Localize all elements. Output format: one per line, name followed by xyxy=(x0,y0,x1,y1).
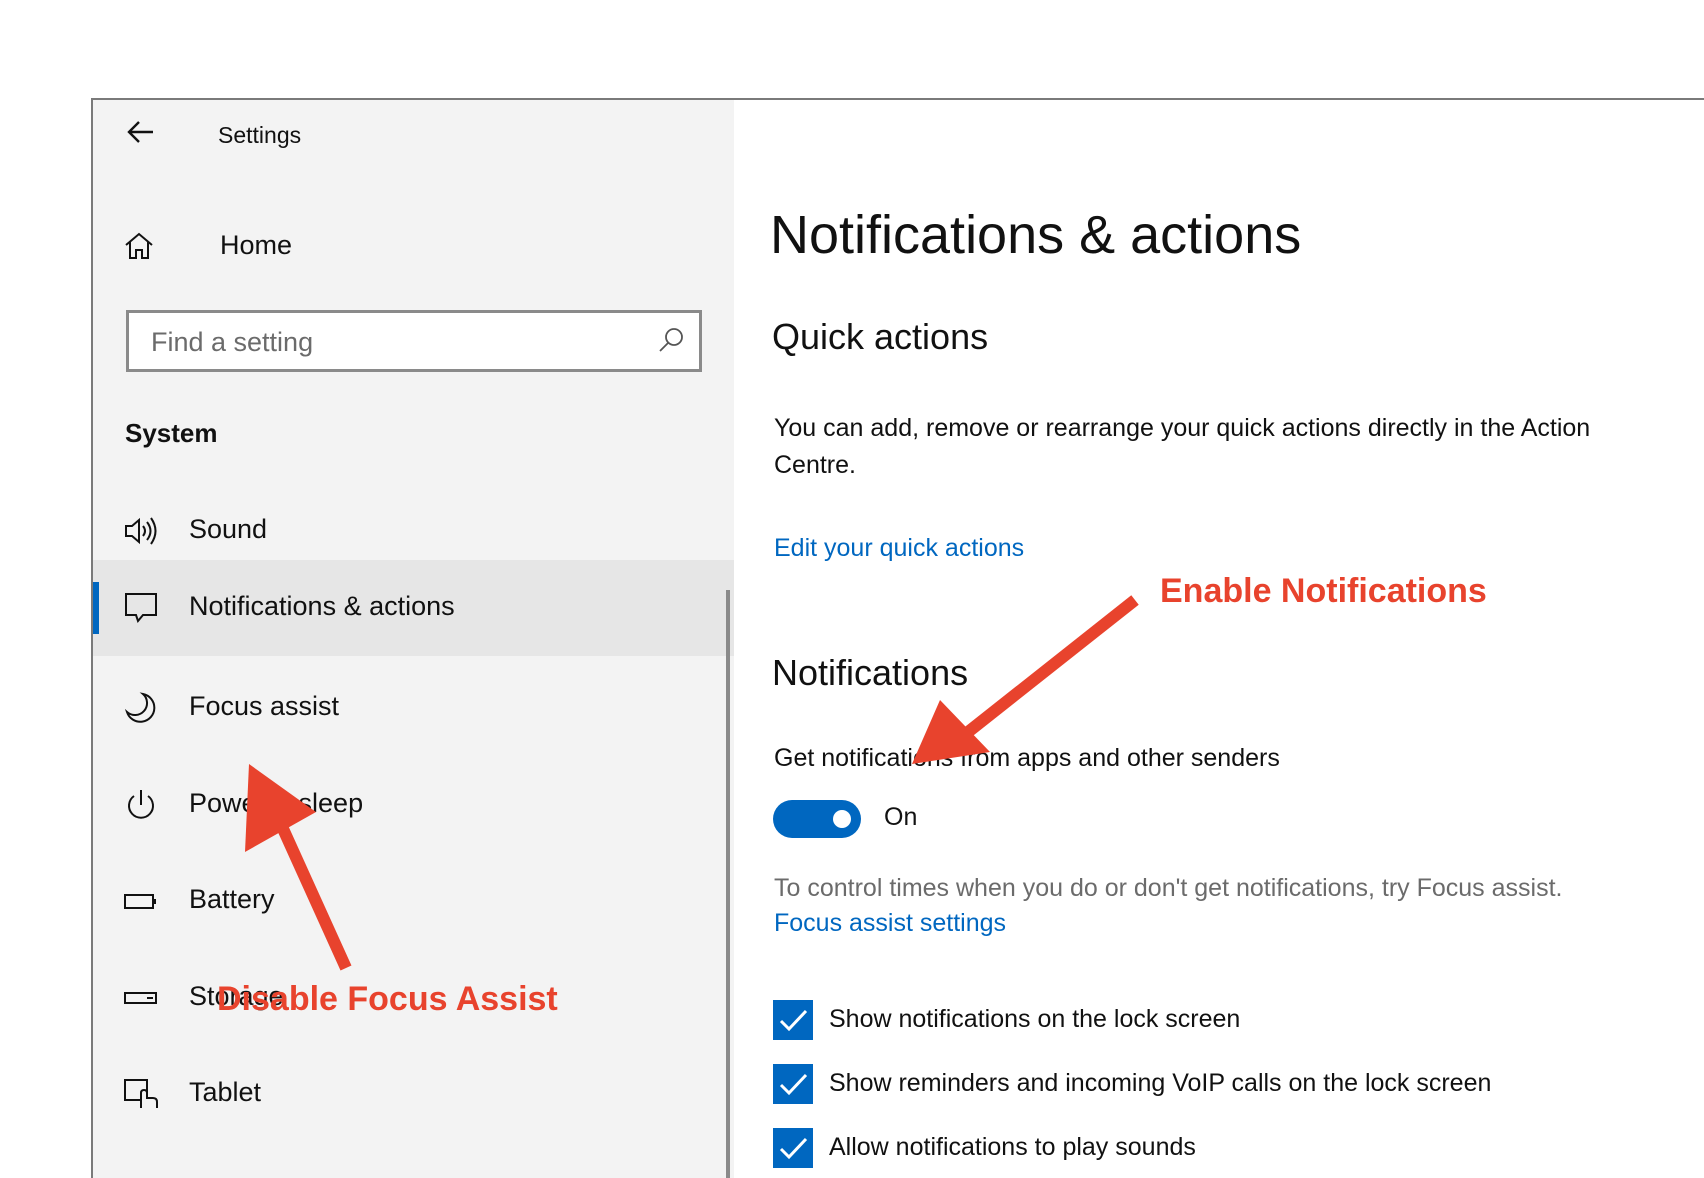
sidebar-item-power-sleep[interactable]: Power & sleep xyxy=(93,757,734,853)
home-label: Home xyxy=(220,230,293,260)
checkmark-icon xyxy=(779,1073,808,1096)
checkbox[interactable] xyxy=(773,1128,813,1168)
toggle-knob xyxy=(833,810,851,828)
sidebar-item-label: Sound xyxy=(189,514,268,544)
checkbox[interactable] xyxy=(773,1064,813,1104)
checkbox-lock-screen-notifications[interactable]: Show notifications on the lock screen xyxy=(773,1000,1673,1042)
checkmark-icon xyxy=(779,1009,808,1032)
search-icon[interactable] xyxy=(657,326,685,354)
focus-assist-hint: To control times when you do or don't ge… xyxy=(774,874,1563,902)
power-icon xyxy=(128,790,154,819)
notifications-toggle-label: Get notifications from apps and other se… xyxy=(774,744,1280,772)
back-button[interactable] xyxy=(123,114,159,150)
checkbox[interactable] xyxy=(773,1000,813,1040)
sidebar-item-label: Notifications & actions xyxy=(189,591,455,621)
notifications-toggle[interactable] xyxy=(773,800,861,838)
annotation-enable-notifications: Enable Notifications xyxy=(1160,572,1487,610)
quick-actions-description: You can add, remove or rearrange your qu… xyxy=(774,414,1591,479)
checkbox-notification-sounds[interactable]: Allow notifications to play sounds xyxy=(773,1128,1673,1170)
notifications-heading: Notifications xyxy=(772,652,969,693)
message-icon xyxy=(125,593,157,624)
focus-assist-settings-link[interactable]: Focus assist settings xyxy=(774,909,1006,938)
toggle-state-label: On xyxy=(884,803,918,831)
page-title: Notifications & actions xyxy=(770,205,1302,265)
sidebar-item-tablet[interactable]: Tablet xyxy=(93,1046,734,1142)
section-label-system: System xyxy=(125,418,218,448)
home-icon xyxy=(125,232,153,259)
home-nav-item[interactable]: Home xyxy=(123,220,703,270)
annotation-disable-focus-assist: Disable Focus Assist xyxy=(217,980,558,1018)
sidebar-item-label: Power & sleep xyxy=(189,788,364,818)
speaker-icon xyxy=(125,517,157,545)
sidebar-item-label: Battery xyxy=(189,884,275,914)
edit-quick-actions-link[interactable]: Edit your quick actions xyxy=(774,534,1024,563)
app-title: Settings xyxy=(218,122,302,148)
sidebar-scrollbar[interactable] xyxy=(726,590,730,1178)
tablet-icon xyxy=(124,1079,158,1108)
battery-icon xyxy=(124,894,156,909)
back-arrow-icon xyxy=(127,121,153,143)
checkbox-label: Allow notifications to play sounds xyxy=(829,1133,1196,1161)
search-input[interactable] xyxy=(149,321,633,363)
checkbox-label: Show reminders and incoming VoIP calls o… xyxy=(829,1069,1492,1097)
checkmark-icon xyxy=(779,1137,808,1160)
sidebar-item-notifications[interactable]: Notifications & actions xyxy=(93,560,734,656)
moon-icon xyxy=(124,692,156,723)
sidebar-item-focus-assist[interactable]: Focus assist xyxy=(93,660,734,756)
sidebar-item-label: Tablet xyxy=(189,1077,262,1107)
sidebar-item-battery[interactable]: Battery xyxy=(93,853,734,949)
sidebar-item-label: Focus assist xyxy=(189,691,340,721)
checkbox-label: Show notifications on the lock screen xyxy=(829,1005,1241,1033)
main-content: Notifications & actions Quick actions Yo… xyxy=(734,100,1704,1178)
quick-actions-heading: Quick actions xyxy=(772,316,989,357)
search-box[interactable] xyxy=(126,310,702,372)
checkbox-reminders-voip[interactable]: Show reminders and incoming VoIP calls o… xyxy=(773,1064,1673,1106)
storage-icon xyxy=(124,992,157,1004)
title-bar: Settings xyxy=(93,100,734,170)
